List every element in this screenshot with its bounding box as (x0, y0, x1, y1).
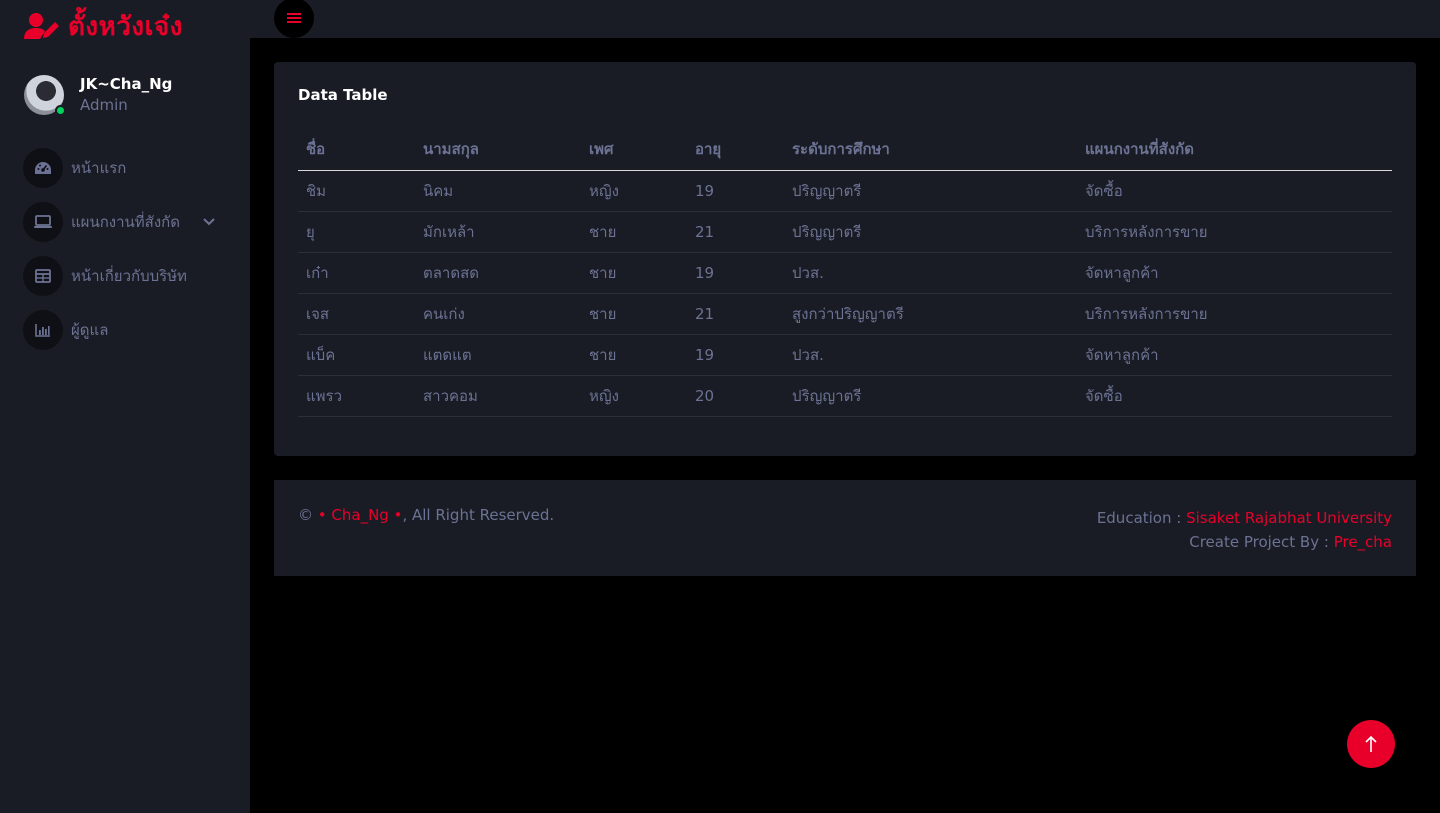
project-author-link[interactable]: Pre_cha (1334, 533, 1392, 551)
sidebar-item-departments[interactable]: แผนกงานที่สังกัด (23, 202, 233, 242)
table-cell: จัดหาลูกค้า (1077, 334, 1392, 376)
table-cell: สาวคอม (415, 375, 581, 417)
table-cell: แตดแต (415, 334, 581, 376)
table-cell: 20 (687, 375, 784, 417)
sidebar-item-label: ผู้ดูแล (71, 321, 109, 339)
user-edit-icon (24, 13, 59, 39)
table-cell: จัดหาลูกค้า (1077, 252, 1392, 294)
rights-text: , All Right Reserved. (402, 506, 555, 524)
brand-title: ตั้งหวังเจ๋ง (68, 11, 183, 42)
table-row: เก๋า ตลาดสด ชาย 19 ปวส. จัดหาลูกค้า (298, 252, 1392, 294)
table-cell: ปริญญาตรี (784, 170, 1077, 212)
profile-role: Admin (80, 96, 128, 114)
table-cell: เก๋า (298, 252, 415, 294)
profile-name: JK~Cha_Ng (80, 75, 173, 93)
sidebar-item-label: หน้าแรก (71, 159, 127, 177)
table-cell: ชาย (581, 293, 687, 335)
laptop-icon (23, 202, 63, 242)
table-header-row: ชื่อ นามสกุล เพศ อายุ ระดับการศึกษา แผนก… (298, 128, 1392, 171)
sidebar-item-admin[interactable]: ผู้ดูแล (23, 310, 233, 350)
back-to-top-button[interactable] (1347, 720, 1395, 768)
education-label: Education : (1096, 509, 1182, 527)
sidebar-item-label: หน้าเกี่ยวกับบริษัท (71, 267, 187, 285)
table-cell: 19 (687, 334, 784, 376)
table-row: ชิม นิคม หญิง 19 ปริญญาตรี จัดซื้อ (298, 170, 1392, 212)
table-cell: ชาย (581, 334, 687, 376)
table-cell: ชาย (581, 252, 687, 294)
table-row: เจส คนเก่ง ชาย 21 สูงกว่าปริญญาตรี บริกา… (298, 293, 1392, 335)
card-title: Data Table (298, 86, 388, 104)
table-cell: 19 (687, 170, 784, 212)
arrow-up-icon (1365, 735, 1377, 752)
table-cell: ปริญญาตรี (784, 375, 1077, 417)
table-cell: ปริญญาตรี (784, 211, 1077, 253)
table-cell: จัดซื้อ (1077, 375, 1392, 417)
table-cell: แพรว (298, 375, 415, 417)
table-cell: สูงกว่าปริญญาตรี (784, 293, 1077, 335)
table-cell: จัดซื้อ (1077, 170, 1392, 212)
online-status-indicator (55, 105, 66, 116)
table-cell: หญิง (581, 375, 687, 417)
table-cell: เจส (298, 293, 415, 335)
top-navbar (250, 0, 1440, 38)
chart-bar-icon (23, 310, 63, 350)
copyright-symbol: © (298, 506, 313, 524)
user-profile[interactable]: JK~Cha_Ng Admin (24, 74, 172, 116)
project-label: Create Project By : (1189, 533, 1329, 551)
table-cell: หญิง (581, 170, 687, 212)
table-row: แพรว สาวคอม หญิง 20 ปริญญาตรี จัดซื้อ (298, 375, 1392, 417)
table-cell: บริการหลังการขาย (1077, 293, 1392, 335)
table-cell: มักเหล้า (415, 211, 581, 253)
table-row: แบ็ค แตดแต ชาย 19 ปวส. จัดหาลูกค้า (298, 334, 1392, 376)
footer-copyright: © • Cha_Ng •, All Right Reserved. (298, 506, 554, 524)
column-header-gender: เพศ (581, 128, 687, 171)
table-cell: ยุ (298, 211, 415, 253)
project-line: Create Project By : Pre_cha (1097, 530, 1392, 554)
education-line: Education : Sisaket Rajabhat University (1097, 506, 1392, 530)
column-header-age: อายุ (687, 128, 784, 171)
speedometer-icon (23, 148, 63, 188)
table-cell: ชิม (298, 170, 415, 212)
table-cell: คนเก่ง (415, 293, 581, 335)
footer-credits: Education : Sisaket Rajabhat University … (1097, 506, 1392, 554)
data-table-card: Data Table ชื่อ นามสกุล เพศ อายุ ระดับกา… (274, 62, 1416, 456)
menu-toggle-button[interactable] (274, 0, 314, 38)
author-link[interactable]: • Cha_Ng • (318, 506, 403, 524)
chevron-down-icon[interactable] (203, 218, 215, 226)
table-cell: 21 (687, 211, 784, 253)
column-header-last-name: นามสกุล (415, 128, 581, 171)
table-cell: ปวส. (784, 252, 1077, 294)
sidebar-nav: หน้าแรก แผนกงานที่สังกัด หน้าเกี่ยวกับบร… (23, 148, 233, 364)
table-cell: ปวส. (784, 334, 1077, 376)
column-header-first-name: ชื่อ (298, 128, 415, 171)
hamburger-menu-icon (287, 13, 301, 23)
table-cell: นิคม (415, 170, 581, 212)
table-cell: ตลาดสด (415, 252, 581, 294)
sidebar-item-about[interactable]: หน้าเกี่ยวกับบริษัท (23, 256, 233, 296)
data-table: ชื่อ นามสกุล เพศ อายุ ระดับการศึกษา แผนก… (298, 128, 1392, 417)
table-cell: ชาย (581, 211, 687, 253)
sidebar-item-home[interactable]: หน้าแรก (23, 148, 233, 188)
table-icon (23, 256, 63, 296)
footer: © • Cha_Ng •, All Right Reserved. Educat… (274, 480, 1416, 576)
table-cell: บริการหลังการขาย (1077, 211, 1392, 253)
brand-logo[interactable]: ตั้งหวังเจ๋ง (24, 8, 183, 44)
table-cell: แบ็ค (298, 334, 415, 376)
sidebar-item-label: แผนกงานที่สังกัด (71, 213, 180, 231)
column-header-department: แผนกงานที่สังกัด (1077, 128, 1392, 171)
education-link[interactable]: Sisaket Rajabhat University (1186, 509, 1392, 527)
sidebar: ตั้งหวังเจ๋ง JK~Cha_Ng Admin หน้าแรก แผน… (0, 0, 250, 813)
table-row: ยุ มักเหล้า ชาย 21 ปริญญาตรี บริการหลังก… (298, 211, 1392, 253)
table-cell: 19 (687, 252, 784, 294)
table-cell: 21 (687, 293, 784, 335)
column-header-education: ระดับการศึกษา (784, 128, 1077, 171)
avatar[interactable] (24, 75, 66, 116)
